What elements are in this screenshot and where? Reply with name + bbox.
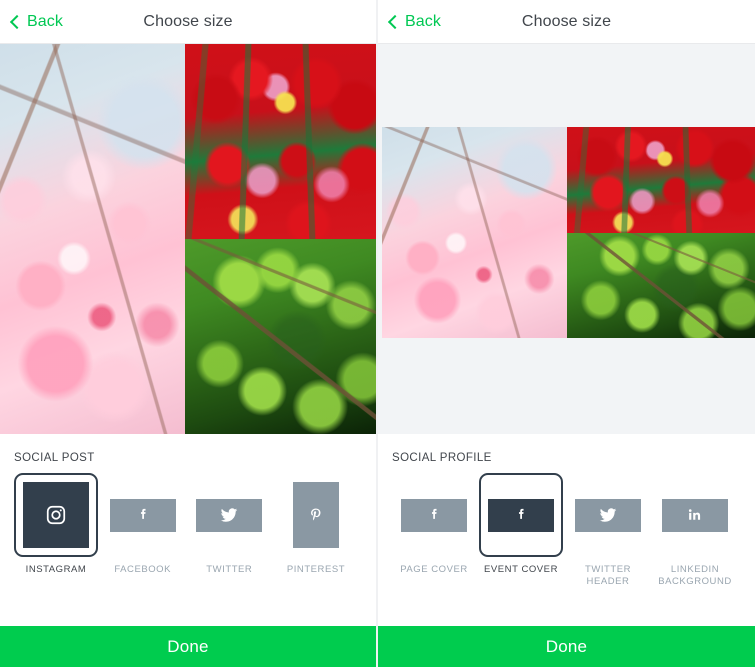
size-tile-facebook-box: [101, 473, 185, 557]
facebook-icon: [518, 508, 524, 519]
facebook-swatch: [109, 498, 176, 532]
screen-social-post: Back Choose size SOCIAL POST INSTAGRAM F…: [0, 0, 378, 667]
size-tile-twitter[interactable]: TWITTER: [187, 473, 271, 576]
size-tile-twitter-header-box: [566, 473, 650, 557]
size-tile-event-cover[interactable]: EVENT COVER: [479, 473, 563, 576]
facebook-swatch: [488, 498, 554, 532]
red-tulips-photo[interactable]: [185, 44, 376, 239]
size-tile-list-right: PAGE COVER EVENT COVER TWITTER HEADER LI…: [392, 473, 741, 588]
green-leaves-photo[interactable]: [566, 232, 755, 338]
linkedin-icon: [688, 509, 701, 520]
pinterest-icon: [311, 508, 321, 521]
group-title-social-post: SOCIAL POST: [14, 452, 95, 464]
size-tile-pinterest[interactable]: PINTEREST: [274, 473, 358, 576]
twitter-swatch: [196, 498, 263, 532]
size-tile-event-cover-label: EVENT COVER: [484, 564, 558, 575]
red-tulips-photo[interactable]: [566, 127, 755, 233]
chevron-left-icon: [387, 14, 403, 29]
size-tile-facebook-label: FACEBOOK: [114, 564, 171, 575]
photo-collage-right[interactable]: [382, 127, 755, 338]
photo-canvas-left[interactable]: [0, 44, 376, 434]
back-button-right[interactable]: Back: [387, 12, 441, 31]
size-tile-pinterest-box: [274, 473, 358, 557]
size-tile-linkedin-background-box: [653, 473, 737, 557]
done-button-label: Done: [545, 636, 588, 656]
size-selector-left: SOCIAL POST INSTAGRAM FACEBOOK TWITTER P…: [0, 434, 376, 623]
done-button-label: Done: [167, 636, 209, 656]
done-button-right[interactable]: Done: [378, 623, 755, 667]
screen-social-profile: Back Choose size SOCIAL PROFILE PAGE COV…: [378, 0, 755, 667]
size-tile-facebook[interactable]: FACEBOOK: [101, 473, 185, 576]
size-tile-twitter-header-label: TWITTER HEADER: [584, 564, 632, 588]
instagram-swatch: [23, 482, 89, 548]
facebook-icon: [140, 508, 146, 519]
size-tile-page-cover[interactable]: PAGE COVER: [392, 473, 476, 576]
chevron-left-icon: [9, 14, 25, 29]
size-tile-list-left: INSTAGRAM FACEBOOK TWITTER PINTEREST: [14, 473, 362, 576]
twitter-swatch: [575, 498, 641, 532]
group-title-social-profile: SOCIAL PROFILE: [392, 452, 492, 464]
size-tile-instagram-label: INSTAGRAM: [25, 564, 87, 575]
size-tile-twitter-header[interactable]: TWITTER HEADER: [566, 473, 650, 588]
size-tile-page-cover-label: PAGE COVER: [400, 564, 468, 575]
green-leaves-photo[interactable]: [185, 239, 376, 434]
facebook-swatch: [401, 498, 467, 532]
size-tile-instagram-box: [14, 473, 98, 557]
dual-screen-comparison: Back Choose size SOCIAL POST INSTAGRAM F…: [0, 0, 755, 667]
size-tile-event-cover-box: [479, 473, 563, 557]
back-button-label: Back: [405, 12, 441, 30]
photo-canvas-right[interactable]: [378, 44, 755, 434]
instagram-icon: [46, 505, 66, 525]
photo-collage-left[interactable]: [0, 44, 376, 434]
navigation-bar-left: Back Choose size: [0, 0, 376, 44]
size-tile-linkedin-background[interactable]: LINKEDIN BACKGROUND: [653, 473, 737, 588]
done-button-left[interactable]: Done: [0, 623, 376, 667]
size-tile-twitter-box: [187, 473, 271, 557]
size-tile-page-cover-box: [392, 473, 476, 557]
navigation-bar-right: Back Choose size: [378, 0, 755, 44]
size-tile-instagram[interactable]: INSTAGRAM: [14, 473, 98, 576]
back-button-left[interactable]: Back: [9, 12, 63, 31]
size-selector-right: SOCIAL PROFILE PAGE COVER EVENT COVER TW…: [378, 434, 755, 623]
facebook-icon: [431, 508, 437, 519]
cherry-blossom-photo[interactable]: [0, 44, 186, 434]
pinterest-swatch: [292, 482, 339, 548]
twitter-icon: [220, 508, 238, 522]
size-tile-linkedin-background-label: LINKEDIN BACKGROUND: [658, 564, 732, 588]
linkedin-swatch: [662, 498, 728, 532]
twitter-icon: [599, 508, 617, 522]
back-button-label: Back: [27, 12, 63, 30]
size-tile-pinterest-label: PINTEREST: [286, 564, 346, 575]
size-tile-twitter-label: TWITTER: [206, 564, 253, 575]
cherry-blossom-photo[interactable]: [382, 127, 567, 338]
